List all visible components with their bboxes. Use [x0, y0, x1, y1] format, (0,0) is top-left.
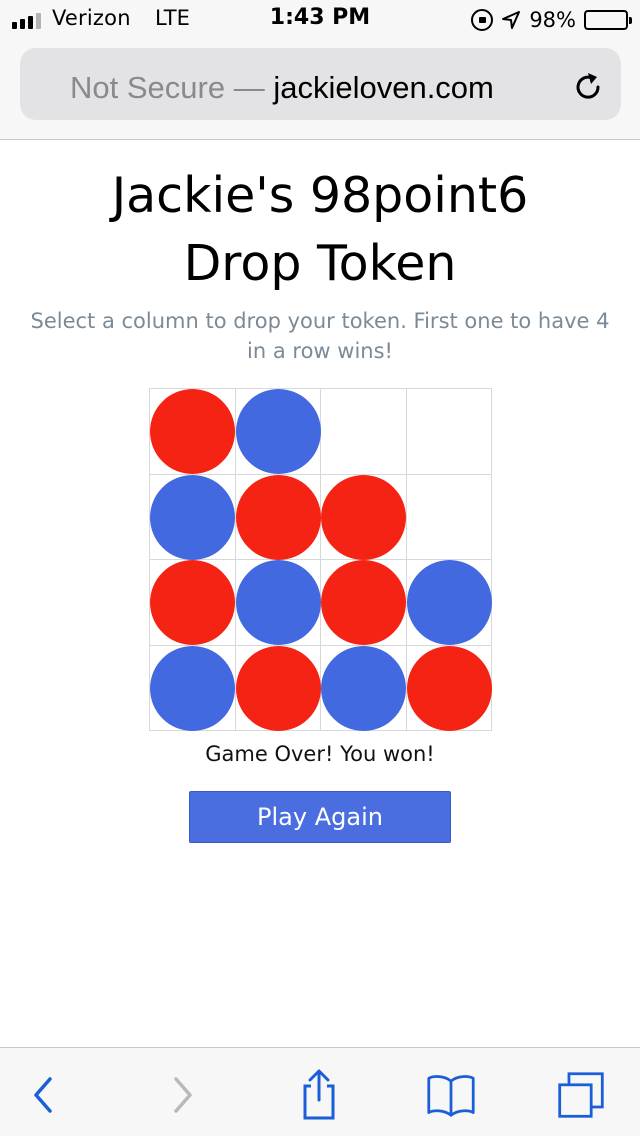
title-line-1: Jackie's 98point6: [111, 167, 529, 224]
board-cell[interactable]: [150, 474, 236, 560]
url-text[interactable]: Not Secure — jackieloven.com: [70, 70, 494, 106]
board-cell[interactable]: [406, 645, 493, 732]
board-cell[interactable]: [150, 560, 236, 646]
page-title: Jackie's 98point6 Drop Token: [0, 162, 640, 298]
board-cell[interactable]: [235, 645, 321, 731]
red-token: [235, 645, 321, 731]
battery-icon: [584, 10, 632, 30]
title-line-2: Drop Token: [183, 235, 457, 292]
browser-address-area: Not Secure — jackieloven.com: [0, 40, 640, 140]
bookmarks-icon[interactable]: [426, 1070, 476, 1120]
blue-token: [321, 645, 406, 731]
browser-toolbar: [0, 1047, 640, 1136]
board-cell[interactable]: [235, 560, 321, 646]
red-token: [150, 560, 235, 645]
tabs-icon[interactable]: [556, 1070, 606, 1120]
board-cell[interactable]: [321, 645, 407, 731]
location-arrow-icon: [501, 10, 521, 30]
address-bar[interactable]: Not Secure — jackieloven.com: [20, 48, 621, 120]
game-result: Game Over! You won!: [205, 742, 435, 766]
play-again-button[interactable]: Play Again: [189, 791, 451, 843]
blue-token: [150, 645, 235, 731]
blue-token: [150, 474, 235, 560]
instructions-line-2: in a row wins!: [247, 339, 393, 363]
security-label: Not Secure —: [70, 70, 265, 105]
url-domain: jackieloven.com: [273, 70, 494, 105]
battery-percent: 98%: [529, 8, 576, 32]
reload-icon[interactable]: [571, 70, 605, 104]
game-board: [149, 388, 492, 731]
blue-token: [235, 560, 321, 645]
board-cell[interactable]: [406, 475, 492, 560]
instructions-line-1: Select a column to drop your token. Firs…: [30, 309, 610, 333]
board-cell[interactable]: [235, 389, 321, 475]
board-cell[interactable]: [406, 389, 492, 475]
board-cell[interactable]: [321, 474, 407, 560]
share-icon[interactable]: [294, 1069, 344, 1120]
board-cell[interactable]: [150, 389, 236, 475]
forward-icon[interactable]: [158, 1070, 208, 1120]
status-indicators: 98%: [471, 6, 632, 34]
board-cell[interactable]: [150, 645, 236, 731]
red-token: [235, 474, 321, 560]
instructions: Select a column to drop your token. Firs…: [20, 306, 620, 366]
orientation-lock-icon: [471, 9, 494, 31]
board-cell[interactable]: [321, 389, 407, 475]
blue-token: [406, 560, 492, 645]
red-token: [321, 474, 406, 560]
red-token: [406, 645, 492, 731]
board-cell[interactable]: [235, 474, 321, 560]
board-cell[interactable]: [406, 560, 492, 646]
red-token: [321, 560, 406, 645]
board-cell[interactable]: [321, 560, 407, 646]
red-token: [150, 389, 235, 474]
status-bar: Verizon LTE 1:43 PM 98%: [0, 0, 640, 40]
page-content: Jackie's 98point6 Drop Token Select a co…: [0, 140, 640, 1047]
back-icon[interactable]: [18, 1070, 68, 1120]
blue-token: [235, 389, 321, 474]
